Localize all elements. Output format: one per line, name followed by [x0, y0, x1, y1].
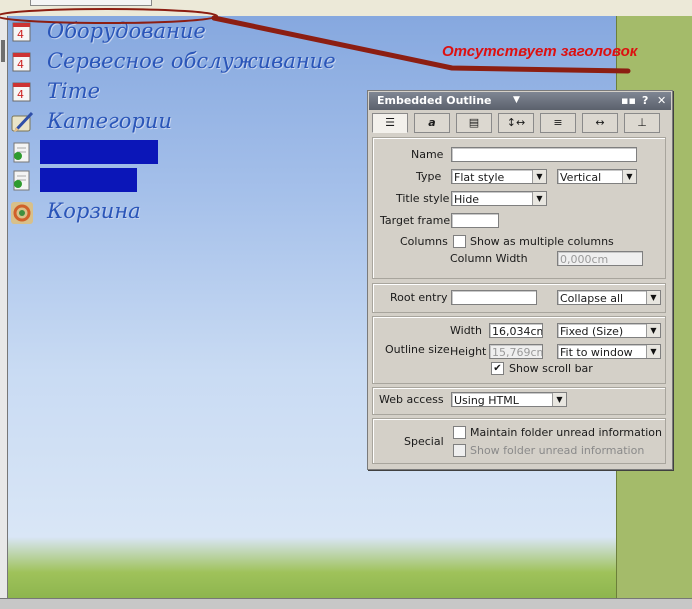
column-width-label: Column Width [450, 252, 528, 265]
chevron-down-icon[interactable]: ▼ [646, 324, 660, 337]
column-width-field[interactable]: 0,000cm [557, 251, 643, 266]
special-label: Special [404, 435, 444, 448]
outline-info-icon[interactable]: ☰ [372, 113, 408, 133]
help-icon[interactable]: ? [642, 94, 648, 107]
bottom-status-bar [0, 598, 692, 609]
panel-titlebar[interactable]: Embedded Outline ▼ ▪▪ ? ✕ [369, 92, 671, 110]
show-unread-checkbox[interactable] [453, 444, 466, 457]
left-edge-bar [0, 16, 8, 608]
width-label: Width [450, 324, 482, 337]
columns-label: Columns [400, 235, 448, 248]
root-entry-label: Root entry [390, 291, 448, 304]
show-multiple-columns-label: Show as multiple columns [470, 235, 614, 248]
name-label: Name [411, 148, 444, 161]
chevron-down-icon[interactable]: ▼ [646, 345, 660, 358]
panel-tabs: ☰ a ▤ ↕↔ ≡ ↔ ⊥ [372, 113, 668, 133]
annotation-text: Отсутствует заголовок [442, 43, 638, 60]
title-style-label: Title style [396, 192, 450, 205]
special-group: Special Maintain folder unread informati… [372, 418, 666, 464]
outline-size-group: Outline size Width 16,034cm Fixed (Size)… [372, 316, 666, 384]
panel-menu-icon[interactable]: ▪▪ [621, 94, 636, 107]
chevron-down-icon[interactable]: ▼ [622, 170, 636, 183]
collapse-value: Collapse all [560, 292, 624, 305]
type-select[interactable]: Flat style ▼ [451, 169, 547, 184]
collapse-select[interactable]: Collapse all ▼ [557, 290, 661, 305]
title-style-value: Hide [454, 193, 480, 206]
outline-info-group: Name Type Flat style ▼ Vertical ▼ Title … [372, 137, 666, 279]
width-mode-value: Fixed (Size) [560, 325, 624, 338]
font-icon[interactable]: a [414, 113, 450, 133]
calendar-icon: 4 [10, 20, 34, 44]
outline-item-label: Корзина [47, 199, 141, 223]
embedded-outline-properties-panel: Embedded Outline ▼ ▪▪ ? ✕ ☰ a ▤ ↕↔ ≡ ↔ ⊥… [367, 90, 673, 470]
type-label: Type [416, 170, 442, 183]
chevron-down-icon[interactable]: ▼ [646, 291, 660, 304]
svg-text:4: 4 [17, 28, 24, 41]
outline-item-label: Оборудование [47, 19, 206, 43]
document-pushpin-icon [10, 168, 34, 192]
chevron-down-icon[interactable]: ▼ [552, 393, 566, 406]
redacted-label [40, 168, 137, 192]
width-field[interactable]: 16,034cm [489, 323, 543, 338]
web-access-select[interactable]: Using HTML ▼ [451, 392, 567, 407]
panel-title: Embedded Outline [377, 94, 492, 107]
name-field[interactable] [451, 147, 637, 162]
type-value: Flat style [454, 171, 505, 184]
height-mode-select[interactable]: Fit to window ▼ [557, 344, 661, 359]
root-entry-field[interactable] [451, 290, 537, 305]
pencil-notebook-icon [10, 110, 34, 134]
top-toolbar-strip [0, 0, 692, 17]
document-pushpin-icon [10, 140, 34, 164]
width-icon[interactable]: ↔ [582, 113, 618, 133]
redacted-label [40, 140, 158, 164]
chevron-down-icon[interactable]: ▼ [532, 192, 546, 205]
root-entry-group: Root entry Collapse all ▼ [372, 283, 666, 313]
show-multiple-columns-checkbox[interactable] [453, 235, 466, 248]
height-mode-value: Fit to window [560, 346, 633, 359]
orientation-value: Vertical [560, 171, 602, 184]
chevron-down-icon[interactable]: ▼ [532, 170, 546, 183]
show-scroll-bar-checkbox[interactable]: ✔ [491, 362, 504, 375]
panel-dropdown-icon[interactable]: ▼ [513, 95, 520, 105]
svg-text:4: 4 [17, 88, 24, 101]
hide-icon[interactable]: ⊥ [624, 113, 660, 133]
trash-icon [10, 200, 34, 224]
outline-item-label: Сервесное обслуживание [47, 49, 336, 73]
web-access-group: Web access Using HTML ▼ [372, 387, 666, 415]
calendar-icon: 4 [10, 80, 34, 104]
svg-text:4: 4 [17, 58, 24, 71]
scroll-marker [1, 40, 5, 62]
maintain-unread-label: Maintain folder unread information [470, 426, 662, 439]
height-label: Height [450, 345, 487, 358]
spacing-icon[interactable]: ↕↔ [498, 113, 534, 133]
title-style-select[interactable]: Hide ▼ [451, 191, 547, 206]
page-tab[interactable] [30, 0, 152, 6]
close-icon[interactable]: ✕ [657, 94, 666, 107]
web-access-label: Web access [379, 393, 444, 406]
maintain-unread-checkbox[interactable] [453, 426, 466, 439]
show-unread-label: Show folder unread information [470, 444, 645, 457]
outline-item-label: Категории [47, 109, 172, 133]
orientation-select[interactable]: Vertical ▼ [557, 169, 637, 184]
target-frame-label: Target frame [380, 214, 451, 227]
web-access-value: Using HTML [454, 394, 519, 407]
show-scroll-bar-label: Show scroll bar [509, 362, 593, 375]
lines-icon[interactable]: ≡ [540, 113, 576, 133]
calendar-icon: 4 [10, 50, 34, 74]
outline-item-label: Time [47, 79, 101, 103]
outline-size-label: Outline size [385, 343, 450, 356]
height-field[interactable]: 15,769cm [489, 344, 543, 359]
target-frame-field[interactable] [451, 213, 499, 228]
border-icon[interactable]: ▤ [456, 113, 492, 133]
width-mode-select[interactable]: Fixed (Size) ▼ [557, 323, 661, 338]
